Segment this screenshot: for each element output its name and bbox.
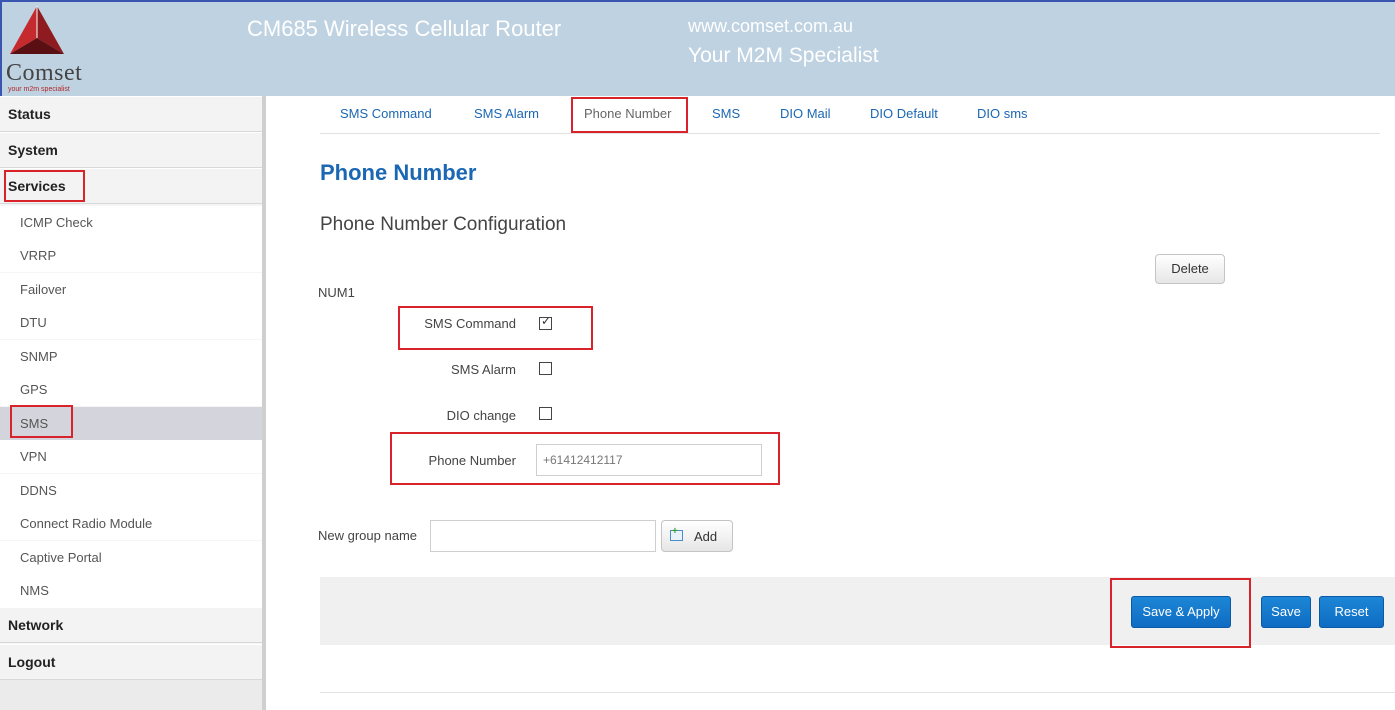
tab-sms-alarm[interactable]: SMS Alarm: [474, 106, 539, 121]
add-button[interactable]: + Add: [661, 520, 733, 552]
sidebar-footer: [0, 680, 262, 710]
sidebar-item-logout[interactable]: Logout: [0, 644, 262, 680]
save-button[interactable]: Save: [1261, 596, 1311, 628]
sidebar-item-vpn[interactable]: VPN: [0, 440, 262, 473]
sms-command-label: SMS Command: [424, 316, 516, 331]
sidebar-item-label: ICMP Check: [20, 215, 93, 230]
footer-divider: [320, 692, 1395, 693]
sidebar-item-label: System: [8, 142, 58, 158]
sidebar-item-label: Status: [8, 106, 51, 122]
num-section-label: NUM1: [318, 285, 355, 300]
section-title: Phone Number Configuration: [320, 214, 567, 235]
sidebar-item-vrrp[interactable]: VRRP: [0, 239, 262, 272]
sidebar-item-connect-radio-module[interactable]: Connect Radio Module: [0, 507, 262, 540]
reset-button[interactable]: Reset: [1319, 596, 1384, 628]
page-title: Phone Number: [320, 160, 477, 185]
sidebar-item-label: VPN: [20, 449, 47, 464]
sidebar-item-failover[interactable]: Failover: [0, 273, 262, 306]
sidebar-item-label: GPS: [20, 382, 48, 397]
tab-dio-default[interactable]: DIO Default: [870, 106, 938, 121]
sidebar-item-system[interactable]: System: [0, 132, 262, 168]
sidebar-item-nms[interactable]: NMS: [0, 574, 262, 607]
router-title: CM685 Wireless Cellular Router: [247, 16, 562, 41]
services-highlight-box: [4, 170, 85, 202]
sidebar-item-ddns[interactable]: DDNS: [0, 474, 262, 507]
sidebar-item-label: Failover: [20, 282, 67, 297]
header-top-border: [0, 0, 1395, 2]
sms-alarm-checkbox[interactable]: [539, 362, 552, 375]
tab-sms[interactable]: SMS: [712, 106, 740, 121]
tab-phone-number-label: Phone Number: [584, 106, 672, 121]
sms-alarm-label: SMS Alarm: [450, 362, 516, 377]
plus-icon: +: [672, 526, 678, 537]
phone-number-input[interactable]: +61412412117: [536, 444, 762, 476]
sidebar-nav: Status System Services ICMP Check VRRP F…: [0, 96, 266, 710]
sidebar-item-captive-portal[interactable]: Captive Portal: [0, 541, 262, 574]
sidebar-item-status[interactable]: Status: [0, 96, 262, 132]
add-button-label: Add: [694, 529, 718, 544]
sms-command-checkbox[interactable]: ✓: [539, 314, 552, 330]
sidebar-item-snmp[interactable]: SNMP: [0, 340, 262, 373]
sidebar-item-label: DTU: [20, 315, 47, 330]
delete-button[interactable]: Delete: [1155, 254, 1225, 284]
new-group-name-label: New group name: [318, 528, 417, 543]
sidebar-item-label: Logout: [8, 654, 56, 670]
sidebar-item-icmp-check[interactable]: ICMP Check: [0, 206, 262, 239]
sidebar-item-label: NMS: [20, 583, 49, 598]
website-url: www.comset.com.au: [688, 16, 854, 36]
sms-highlight-box: [10, 405, 73, 438]
sidebar-item-label: Network: [8, 617, 64, 633]
sidebar-item-label: VRRP: [20, 248, 57, 263]
checkmark-icon: ✓: [541, 314, 552, 328]
comset-logo[interactable]: Comset your m2m specialist: [2, 2, 124, 94]
dio-change-label: DIO change: [446, 408, 516, 423]
phone-number-label: Phone Number: [428, 453, 516, 468]
tab-dio-mail[interactable]: DIO Mail: [780, 106, 831, 121]
sidebar-item-gps[interactable]: GPS: [0, 373, 262, 406]
sidebar-item-label: Captive Portal: [20, 550, 102, 565]
new-group-name-input[interactable]: [430, 520, 656, 552]
tab-sms-command[interactable]: SMS Command: [340, 106, 432, 121]
tab-dio-sms[interactable]: DIO sms: [977, 106, 1028, 121]
sidebar-item-network[interactable]: Network: [0, 607, 262, 643]
header-banner: Comset your m2m specialist CM685 Wireles…: [0, 0, 1395, 96]
dio-change-checkbox[interactable]: [539, 407, 552, 420]
sidebar-item-label: DDNS: [20, 483, 57, 498]
sidebar-item-label: SNMP: [20, 349, 58, 364]
save-apply-highlight-box: [1110, 578, 1251, 648]
header-tagline: Your M2M Specialist: [688, 44, 879, 67]
logo-subtext: your m2m specialist: [8, 86, 70, 93]
logo-text: Comset: [6, 60, 83, 86]
sidebar-item-dtu[interactable]: DTU: [0, 306, 262, 339]
sidebar-item-label: Connect Radio Module: [20, 516, 153, 531]
